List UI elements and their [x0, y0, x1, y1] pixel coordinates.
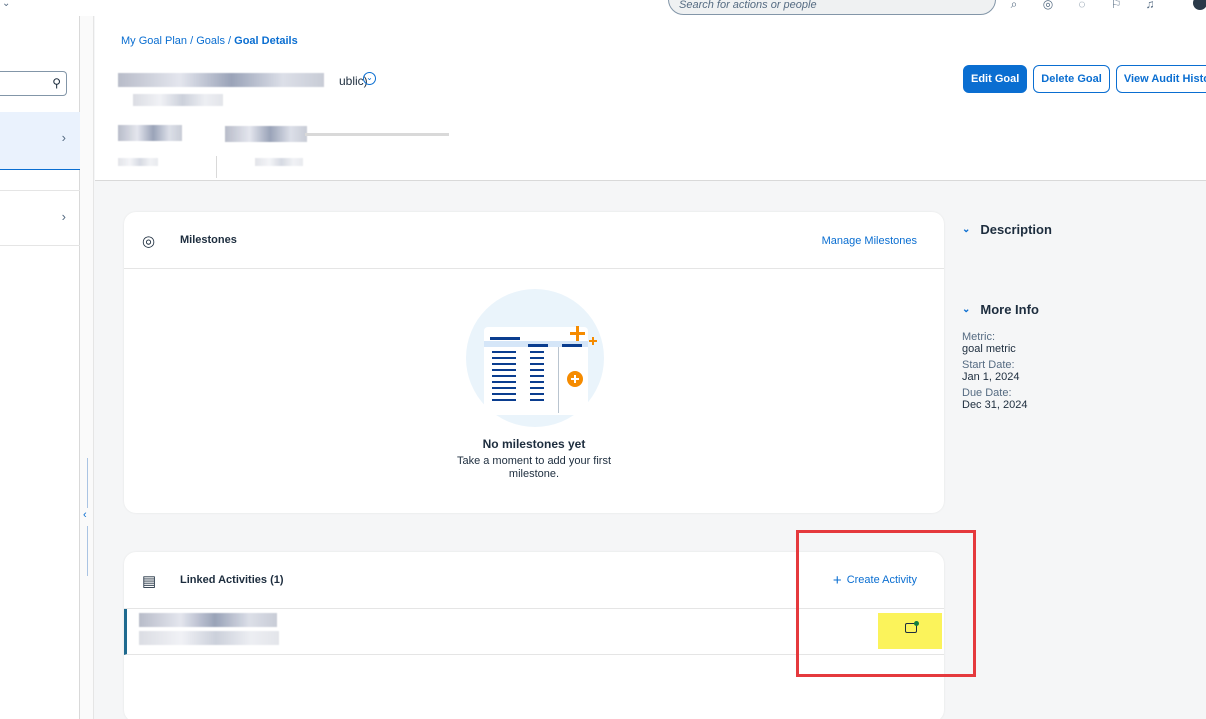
shell-bar: ⌄ Search for actions or people ⌕ ◎ ◌ ⚐ ♫: [0, 0, 1206, 16]
metric-value: goal metric: [962, 343, 1016, 355]
avatar[interactable]: [1193, 0, 1206, 10]
goal-header: My Goal Plan / Goals / Goal Details ubli…: [95, 16, 1206, 181]
delete-goal-button[interactable]: Delete Goal: [1033, 65, 1110, 93]
pane-splitter[interactable]: ‹: [80, 16, 94, 719]
target-icon: ◎: [142, 233, 156, 250]
copilot-icon[interactable]: ◎: [1040, 0, 1056, 12]
clipboard-list-icon: ▤: [142, 573, 157, 590]
chat-icon[interactable]: ◌: [1074, 0, 1090, 12]
expand-header-icon[interactable]: ⌄: [363, 72, 376, 85]
chevron-right-icon: ›: [61, 209, 66, 224]
redacted-activity-name: [139, 613, 277, 627]
empty-milestones-illustration: [466, 289, 604, 427]
left-list-item-selected[interactable]: ›: [0, 112, 80, 170]
start-date-value: Jan 1, 2024: [962, 371, 1020, 383]
start-date-label: Start Date:: [962, 359, 1015, 371]
description-title: Description: [980, 222, 1052, 237]
milestone-board-icon: [484, 326, 597, 415]
more-info-toggle[interactable]: ⌄ More Info: [962, 302, 1039, 317]
progress-track: [305, 133, 449, 136]
splitter-line: [87, 458, 88, 508]
more-info-fields: Metric: goal metric Start Date: Jan 1, 2…: [962, 331, 1039, 411]
empty-state-title: No milestones yet: [482, 437, 586, 451]
milestones-card: ◎ Milestones Manage Milestones No milest…: [124, 212, 944, 513]
redacted-status: [118, 125, 182, 141]
splitter-line: [87, 526, 88, 576]
left-list-item[interactable]: ›: [0, 190, 80, 246]
due-date-label: Due Date:: [962, 387, 1012, 399]
view-audit-history-button[interactable]: View Audit Histo: [1115, 65, 1206, 93]
manage-milestones-link[interactable]: Manage Milestones: [822, 235, 917, 247]
redacted-progress: [225, 126, 307, 142]
chevron-down-icon: ⌄: [962, 224, 971, 235]
breadcrumb: My Goal Plan / Goals / Goal Details: [121, 35, 298, 47]
search-icon: ⚲: [52, 76, 61, 90]
chevron-down-icon[interactable]: ⌄: [2, 0, 10, 9]
redacted-status-label: [118, 158, 158, 166]
shell-icons: ⌕ ◎ ◌ ⚐ ♫: [1006, 0, 1158, 12]
header-actions: Edit Goal Delete Goal View Audit Histo: [963, 65, 1206, 93]
chevron-down-icon: ⌄: [962, 304, 971, 315]
breadcrumb-link-my-goal-plan[interactable]: My Goal Plan: [121, 35, 187, 47]
breadcrumb-separator: /: [228, 35, 232, 47]
empty-state-description: Take a moment to add your first mileston…: [456, 455, 612, 480]
search-icon[interactable]: ⌕: [1006, 0, 1022, 12]
annotation-highlight-box: [796, 530, 976, 677]
description-toggle[interactable]: ⌄ Description: [962, 222, 1052, 237]
due-date-value: Dec 31, 2024: [962, 399, 1028, 411]
redacted-goal-title: [118, 73, 324, 87]
breadcrumb-separator: /: [190, 35, 194, 47]
redacted-goal-subtitle: [133, 94, 223, 106]
flag-icon[interactable]: ⚐: [1108, 0, 1124, 12]
divider: [216, 156, 217, 178]
left-search-input[interactable]: ⚲: [0, 71, 67, 96]
milestones-header: ◎ Milestones Manage Milestones: [124, 212, 944, 269]
redacted-progress-label: [255, 158, 303, 166]
chevron-left-icon[interactable]: ‹: [83, 509, 87, 521]
more-info-title: More Info: [980, 302, 1039, 317]
breadcrumb-current: Goal Details: [234, 35, 298, 47]
chevron-right-icon: ›: [61, 130, 66, 145]
edit-goal-button[interactable]: Edit Goal: [963, 65, 1028, 93]
left-pane: ⚲ › ›: [0, 16, 80, 719]
linked-activities-title: Linked Activities (1): [180, 574, 284, 586]
redacted-activity-detail: [139, 631, 279, 645]
milestones-title: Milestones: [180, 234, 237, 246]
description-section: ⌄ Description: [962, 222, 1052, 237]
breadcrumb-link-goals[interactable]: Goals: [196, 35, 225, 47]
bell-icon[interactable]: ♫: [1142, 0, 1158, 12]
more-info-section: ⌄ More Info Metric: goal metric Start Da…: [962, 302, 1039, 411]
metric-label: Metric:: [962, 331, 995, 343]
global-search-input[interactable]: Search for actions or people: [668, 0, 996, 15]
